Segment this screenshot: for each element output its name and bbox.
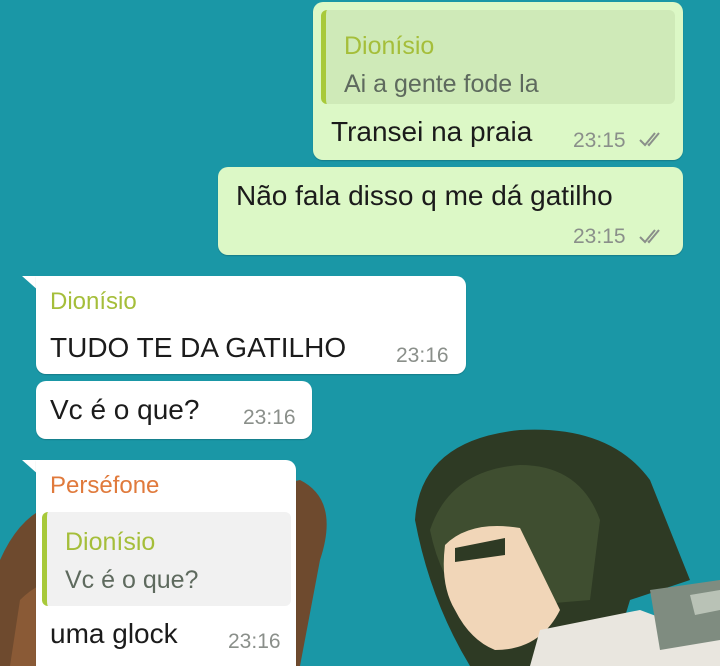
message-text: Vc é o que? bbox=[50, 394, 200, 425]
message-timestamp: 23:15 bbox=[573, 129, 626, 152]
sender-name[interactable]: Perséfone bbox=[50, 472, 159, 500]
quoted-message-text: Ai a gente fode la bbox=[344, 70, 539, 98]
message-text: Transei na praia bbox=[331, 116, 533, 147]
message-timestamp: 23:16 bbox=[243, 406, 296, 429]
incoming-message-bubble[interactable]: Dionísio TUDO TE DA GATILHO 23:16 bbox=[36, 276, 466, 374]
incoming-message-bubble[interactable]: Vc é o que? 23:16 bbox=[36, 381, 312, 439]
message-text: Não fala disso q me dá gatilho bbox=[236, 180, 613, 211]
message-timestamp: 23:16 bbox=[228, 630, 281, 653]
quoted-sender-name: Dionísio bbox=[344, 32, 435, 60]
reply-quote[interactable]: Dionísio Vc é o que? bbox=[42, 512, 291, 606]
incoming-message-bubble[interactable]: Perséfone Dionísio Vc é o que? uma glock… bbox=[36, 460, 296, 666]
outgoing-message-bubble[interactable]: Não fala disso q me dá gatilho 23:15 bbox=[218, 167, 683, 255]
message-text: TUDO TE DA GATILHO bbox=[50, 332, 347, 363]
double-check-icon bbox=[639, 132, 660, 147]
reply-quote[interactable]: Dionísio Ai a gente fode la bbox=[321, 10, 675, 104]
outgoing-message-bubble[interactable]: Dionísio Ai a gente fode la Transei na p… bbox=[313, 2, 683, 160]
quoted-message-text: Vc é o que? bbox=[65, 566, 199, 594]
message-timestamp: 23:16 bbox=[396, 344, 449, 367]
double-check-icon bbox=[639, 229, 660, 244]
quoted-sender-name: Dionísio bbox=[65, 528, 156, 556]
message-timestamp: 23:15 bbox=[573, 225, 626, 248]
sender-name[interactable]: Dionísio bbox=[50, 288, 137, 316]
message-text: uma glock bbox=[50, 618, 178, 649]
